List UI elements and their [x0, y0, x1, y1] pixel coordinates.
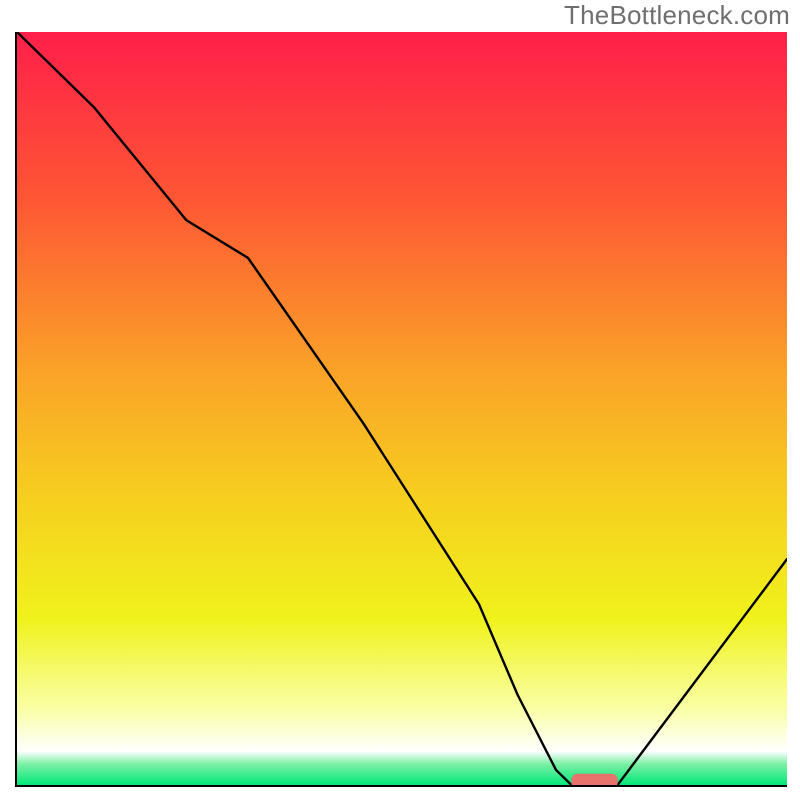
chart-container: TheBottleneck.com	[0, 0, 800, 800]
plot-area	[15, 32, 787, 787]
watermark-text: TheBottleneck.com	[564, 0, 790, 31]
optimal-range-marker	[571, 774, 617, 785]
gradient-rect	[17, 32, 787, 785]
plot-svg	[17, 32, 787, 785]
